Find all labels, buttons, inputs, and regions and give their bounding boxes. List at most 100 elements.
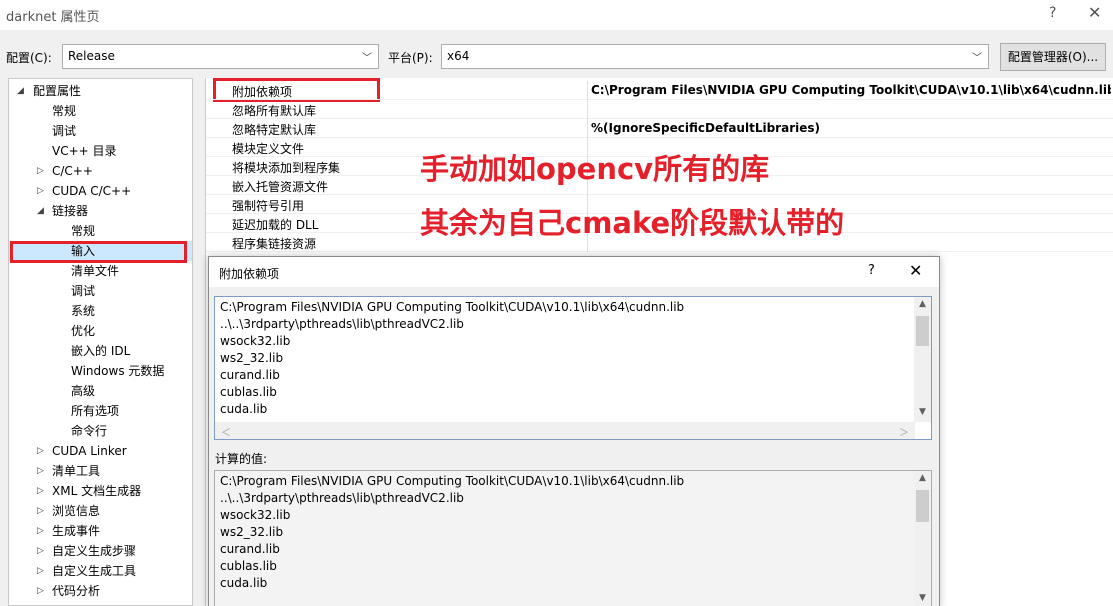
expand-icon[interactable]: ▷ <box>37 181 44 201</box>
tree-item[interactable]: ▷ 自定义生成工具 <box>9 561 192 581</box>
help-icon[interactable]: ? <box>868 263 875 278</box>
tree-item[interactable]: 清单文件 <box>9 261 192 281</box>
tree-item[interactable]: ▷ 自定义生成步骤 <box>9 541 192 561</box>
dependency-line: ws2_32.lib <box>220 525 284 539</box>
config-select[interactable]: Release ﹀ <box>62 44 379 69</box>
tree-item[interactable]: ▷ 生成事件 <box>9 521 192 541</box>
tree-item[interactable]: 命令行 <box>9 421 192 441</box>
expand-icon[interactable]: ▷ <box>37 481 44 501</box>
computed-value-label: 计算的值: <box>215 452 268 466</box>
scroll-down-icon[interactable]: ▼ <box>914 593 931 603</box>
config-manager-button[interactable]: 配置管理器(O)... <box>1000 43 1106 71</box>
dependency-line[interactable]: ..\..\3rdparty\pthreads\lib\pthreadVC2.l… <box>220 316 464 333</box>
scroll-thumb[interactable] <box>916 316 929 346</box>
tree-item[interactable]: 常规 <box>9 101 192 121</box>
tree-item[interactable]: 优化 <box>9 321 192 341</box>
property-name: 嵌入托管资源文件 <box>232 180 329 194</box>
dependency-line[interactable]: wsock32.lib <box>220 333 290 350</box>
vertical-scrollbar[interactable]: ▲ ▼ <box>914 471 931 606</box>
tree-item[interactable]: 高级 <box>9 381 192 401</box>
dependency-line[interactable]: ws2_32.lib <box>220 350 283 367</box>
tree-item[interactable]: ▷ CUDA Linker <box>9 441 192 461</box>
dependency-line: wsock32.lib <box>220 508 291 522</box>
tree-item[interactable]: Windows 元数据 <box>9 361 192 381</box>
category-tree[interactable]: ◢ 配置属性 常规 调试 VC++ 目录 ▷ C/C++ ▷ CUDA C/C++ ◢ 链接器 常规输… <box>8 78 193 606</box>
expand-icon[interactable]: ▷ <box>37 541 44 561</box>
dialog-title: 附加依赖项 <box>219 267 280 281</box>
property-row[interactable]: 忽略所有默认库 <box>206 100 1113 119</box>
tree-item[interactable]: 调试 <box>9 121 192 141</box>
chevron-down-icon: ﹀ <box>362 53 372 64</box>
tree-item-label: 代码分析 <box>52 584 101 598</box>
tree-item-label: XML 文档生成器 <box>52 484 142 498</box>
close-icon[interactable]: ✕ <box>1088 3 1101 22</box>
expand-icon[interactable]: ▷ <box>37 561 44 581</box>
scroll-thumb[interactable] <box>916 490 929 522</box>
tree-item-label: 高级 <box>71 384 96 398</box>
dependency-line[interactable]: curand.lib <box>220 367 280 384</box>
property-value[interactable]: C:\Program Files\NVIDIA GPU Computing To… <box>591 83 1111 97</box>
dependency-line: cublas.lib <box>220 559 277 573</box>
tree-item-label: CUDA Linker <box>52 444 127 458</box>
help-icon[interactable]: ? <box>1049 5 1056 21</box>
expand-icon[interactable]: ▷ <box>37 161 44 181</box>
tree-item-label: 清单文件 <box>71 264 120 278</box>
collapse-icon[interactable]: ◢ <box>37 201 44 221</box>
property-name: 延迟加载的 DLL <box>232 218 319 232</box>
tree-item[interactable]: ◢ 配置属性 <box>9 81 192 101</box>
column-divider <box>587 100 588 119</box>
tree-item[interactable]: 调试 <box>9 281 192 301</box>
window-titlebar: darknet 属性页 ? ✕ <box>0 0 1113 30</box>
tree-item[interactable]: 所有选项 <box>9 401 192 421</box>
dependency-line[interactable]: C:\Program Files\NVIDIA GPU Computing To… <box>220 299 684 316</box>
tree-item[interactable]: 系统 <box>9 301 192 321</box>
tree-item[interactable]: ▷ 清单工具 <box>9 461 192 481</box>
horizontal-scrollbar[interactable]: ＜ ＞ <box>215 422 915 439</box>
annotation-text: 其余为自己cmake阶段默认带的 <box>420 206 845 240</box>
collapse-icon[interactable]: ◢ <box>17 81 24 101</box>
dependency-line[interactable]: cuda.lib <box>220 401 267 418</box>
additional-dependencies-dialog: 附加依赖项 ? ✕ ▲ ▼ ＜ ＞ C:\Program Files\NVIDI… <box>208 256 940 606</box>
expand-icon[interactable]: ▷ <box>37 441 44 461</box>
scroll-left-icon[interactable]: ＜ <box>221 424 231 439</box>
property-value[interactable]: %(IgnoreSpecificDefaultLibraries) <box>591 121 1111 135</box>
property-row[interactable]: 附加依赖项 C:\Program Files\NVIDIA GPU Computi… <box>206 81 1113 100</box>
scroll-down-icon[interactable]: ▼ <box>914 407 931 417</box>
expand-icon[interactable]: ▷ <box>37 461 44 481</box>
dependency-line: C:\Program Files\NVIDIA GPU Computing To… <box>220 474 685 488</box>
platform-select[interactable]: x64 ﹀ <box>441 44 989 69</box>
tree-item[interactable]: 常规 <box>9 221 192 241</box>
scroll-right-icon[interactable]: ＞ <box>899 424 909 439</box>
dependencies-edit-box[interactable]: ▲ ▼ ＜ ＞ C:\Program Files\NVIDIA GPU Comp… <box>214 296 932 440</box>
expand-icon[interactable]: ▷ <box>37 521 44 541</box>
tree-item-label: 链接器 <box>52 204 89 218</box>
tree-item-label: 调试 <box>71 284 96 298</box>
property-name: 模块定义文件 <box>232 142 305 156</box>
chevron-down-icon: ﹀ <box>972 53 982 64</box>
tree-item-label: 调试 <box>52 124 77 138</box>
tree-item[interactable]: 嵌入的 IDL <box>9 341 192 361</box>
annotation-text: 手动加如opencv所有的库 <box>420 152 770 186</box>
expand-icon[interactable]: ▷ <box>37 501 44 521</box>
scroll-up-icon[interactable]: ▲ <box>914 473 931 483</box>
tree-item[interactable]: ▷ 代码分析 <box>9 581 192 601</box>
tree-item[interactable]: ▷ CUDA C/C++ <box>9 181 192 201</box>
tree-item[interactable]: ▷ XML 文档生成器 <box>9 481 192 501</box>
tree-item-label: 系统 <box>71 304 96 318</box>
dependency-line: curand.lib <box>220 542 280 556</box>
close-icon[interactable]: ✕ <box>909 261 922 280</box>
tree-item[interactable]: VC++ 目录 <box>9 141 192 161</box>
tree-item[interactable]: ▷ C/C++ <box>9 161 192 181</box>
tree-item[interactable]: ▷ 浏览信息 <box>9 501 192 521</box>
expand-icon[interactable]: ▷ <box>37 581 44 601</box>
dependency-line[interactable]: cublas.lib <box>220 384 277 401</box>
platform-label: 平台(P): <box>388 51 433 65</box>
property-row[interactable]: 忽略特定默认库 %(IgnoreSpecificDefaultLibraries) <box>206 119 1113 138</box>
property-name: 忽略特定默认库 <box>232 123 317 137</box>
scroll-up-icon[interactable]: ▲ <box>914 299 931 309</box>
property-name: 强制符号引用 <box>232 199 305 213</box>
tree-item[interactable]: ◢ 链接器 <box>9 201 192 221</box>
computed-value-box: ▲ ▼ C:\Program Files\NVIDIA GPU Computin… <box>214 470 932 606</box>
vertical-scrollbar[interactable]: ▲ ▼ <box>914 297 931 422</box>
tree-item-label: VC++ 目录 <box>52 144 117 158</box>
